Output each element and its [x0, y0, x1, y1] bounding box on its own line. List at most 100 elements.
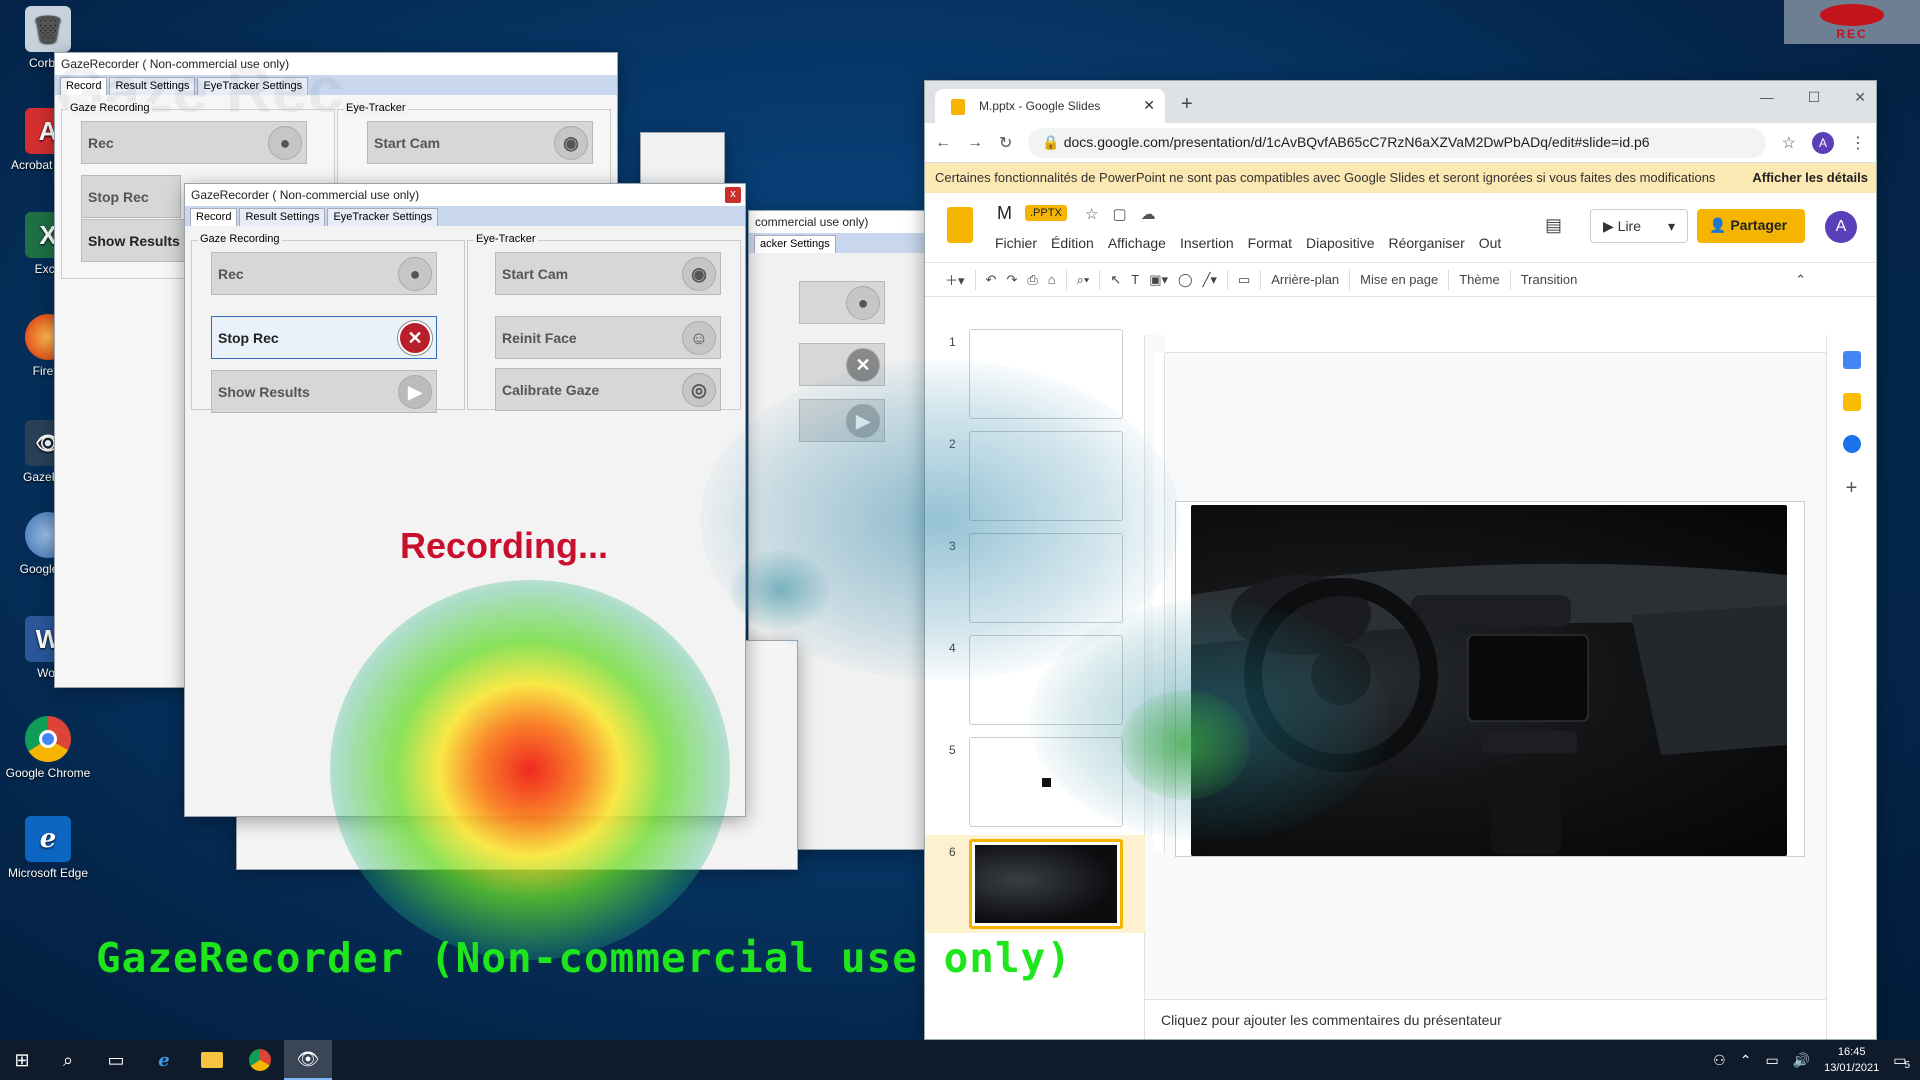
chevron-down-icon[interactable]: ▾ [1668, 218, 1675, 235]
taskbar-file-explorer[interactable] [188, 1040, 236, 1080]
show-results-button[interactable]: Show Results [81, 219, 189, 262]
car-dashboard-image[interactable] [1191, 505, 1787, 856]
taskbar-edge[interactable]: e [140, 1040, 188, 1080]
comments-icon[interactable]: ▤ [1545, 215, 1562, 236]
menu-file[interactable]: Fichier [995, 235, 1037, 251]
vertical-ruler [1153, 353, 1165, 853]
stop-rec-button[interactable]: Stop Rec ✕ [211, 316, 437, 359]
start-button[interactable]: ⊞ [0, 1040, 44, 1080]
maximize-icon[interactable]: ☐ [1808, 89, 1821, 106]
chevron-up-icon[interactable]: ⌃ [1740, 1052, 1752, 1069]
chrome-window[interactable]: M.pptx - Google Slides ✕ + — ☐ ✕ ← → ↻ 🔒… [924, 80, 1877, 1040]
slide-thumbnail[interactable] [969, 737, 1123, 827]
document-title[interactable]: M [997, 203, 1012, 224]
menu-slide[interactable]: Diapositive [1306, 235, 1374, 251]
undo-icon[interactable]: ↶ [986, 272, 997, 288]
rec-button[interactable]: Rec ● [81, 121, 307, 164]
browser-tab[interactable]: M.pptx - Google Slides ✕ [935, 89, 1165, 123]
shape-icon[interactable]: ◯ [1178, 272, 1193, 288]
close-icon[interactable]: ✕ [1854, 89, 1866, 106]
star-icon[interactable]: ☆ [1085, 205, 1098, 223]
image-icon[interactable]: ▣▾ [1149, 272, 1168, 288]
slide-thumbnail[interactable] [969, 533, 1123, 623]
webcam-icon: ◉ [682, 257, 716, 291]
speaker-notes[interactable]: Cliquez pour ajouter les commentaires du… [1145, 999, 1826, 1039]
rec-button[interactable]: Rec ● [211, 252, 437, 295]
transition-button[interactable]: Transition [1521, 272, 1578, 287]
slide-thumbnail-selected[interactable] [969, 839, 1123, 929]
slide-thumbnail[interactable] [969, 431, 1123, 521]
tab-eyetracker-settings[interactable]: acker Settings [754, 235, 836, 253]
group-label: Gaze Recording [198, 233, 282, 245]
taskbar-chrome[interactable] [236, 1040, 284, 1080]
network-icon[interactable]: ▭ [1765, 1052, 1778, 1069]
calibrate-gaze-button[interactable]: Calibrate Gaze ◎ [495, 368, 721, 411]
select-icon[interactable]: ↖ [1110, 272, 1121, 288]
start-cam-button[interactable]: Start Cam ◉ [367, 121, 593, 164]
slide-thumbnail[interactable] [969, 635, 1123, 725]
calendar-icon[interactable] [1842, 351, 1861, 369]
collapse-toolbar-icon[interactable]: ⌃ [1795, 272, 1806, 288]
show-results-button[interactable]: Show Results ▶ [211, 370, 437, 413]
user-avatar[interactable]: A [1825, 211, 1857, 243]
start-cam-button[interactable]: Start Cam ◉ [495, 252, 721, 295]
desktop-icon-google-chrome[interactable]: Google Chrome [4, 716, 92, 780]
add-addon-icon[interactable]: + [1827, 477, 1876, 500]
start-cam-button[interactable]: ● [799, 281, 885, 324]
redo-icon[interactable]: ↷ [1006, 272, 1017, 288]
slides-logo-icon[interactable] [947, 207, 973, 243]
tab-result-settings[interactable]: Result Settings [239, 208, 326, 226]
menu-tools[interactable]: Out [1479, 235, 1502, 251]
menu-format[interactable]: Format [1248, 235, 1292, 251]
background-button[interactable]: Arrière-plan [1271, 272, 1339, 287]
forward-icon[interactable]: → [967, 134, 983, 152]
show-details-link[interactable]: Afficher les détails [1752, 170, 1868, 185]
back-icon[interactable]: ← [935, 134, 951, 152]
print-icon[interactable]: ⎙ [1027, 272, 1037, 288]
bookmark-star-icon[interactable]: ☆ [1782, 133, 1796, 153]
zoom-icon[interactable]: ⌕▾ [1077, 272, 1090, 288]
close-tab-icon[interactable]: ✕ [1143, 97, 1155, 114]
slide-canvas[interactable] [1175, 501, 1805, 857]
stop-rec-button[interactable]: Stop Rec [81, 175, 181, 218]
new-tab-button[interactable]: + [1181, 93, 1193, 116]
minimize-icon[interactable]: — [1760, 89, 1774, 106]
desktop-icon-microsoft-edge[interactable]: e Microsoft Edge [4, 816, 92, 880]
line-icon[interactable]: ╱▾ [1203, 272, 1217, 288]
move-folder-icon[interactable]: ▢ [1112, 205, 1126, 223]
text-box-icon[interactable]: T [1131, 272, 1139, 287]
share-button[interactable]: 👤 Partager [1697, 209, 1805, 243]
cloud-icon[interactable]: ☁ [1141, 205, 1156, 223]
keep-icon[interactable] [1842, 393, 1861, 411]
address-bar[interactable]: 🔒 docs.google.com/presentation/d/1cAvBQv… [1028, 127, 1766, 158]
reload-icon[interactable]: ↻ [999, 133, 1012, 153]
tasks-icon[interactable] [1842, 435, 1861, 453]
clock[interactable]: 16:45 13/01/2021 [1824, 1044, 1879, 1076]
reinit-face-button[interactable]: Reinit Face ☺ [495, 316, 721, 359]
theme-button[interactable]: Thème [1459, 272, 1499, 287]
close-button[interactable]: x [725, 187, 741, 203]
tab-eyetracker-settings[interactable]: EyeTracker Settings [327, 208, 439, 226]
record-icon: ● [398, 257, 432, 291]
menu-view[interactable]: Affichage [1108, 235, 1166, 251]
search-button[interactable]: ⌕ [44, 1040, 92, 1080]
comment-icon[interactable]: ▭ [1238, 272, 1250, 288]
slide-thumbnail[interactable] [969, 329, 1123, 419]
paint-format-icon[interactable]: ⌂ [1048, 272, 1056, 287]
menu-insert[interactable]: Insertion [1180, 235, 1234, 251]
people-icon[interactable]: ⚇ [1713, 1052, 1726, 1069]
volume-icon[interactable]: 🔊 [1793, 1052, 1810, 1069]
taskbar-gazerecorder[interactable]: 👁 [284, 1040, 332, 1080]
menu-arrange[interactable]: Réorganiser [1388, 235, 1464, 251]
layout-button[interactable]: Mise en page [1360, 272, 1438, 287]
gaze-window-main[interactable]: GazeRecorder ( Non-commercial use only) … [184, 183, 746, 817]
task-view-button[interactable]: ▭ [92, 1040, 140, 1080]
menu-icon[interactable]: ⋮ [1850, 133, 1866, 153]
show-results-button[interactable]: ▶ [799, 399, 885, 442]
present-button[interactable]: ▶ Lire ▾ [1590, 209, 1688, 243]
stop-rec-button[interactable]: ✕ [799, 343, 885, 386]
menu-edit[interactable]: Édition [1051, 235, 1094, 251]
profile-avatar[interactable]: A [1812, 131, 1834, 154]
new-slide-icon[interactable]: ＋▾ [945, 270, 965, 289]
tab-record[interactable]: Record [190, 208, 238, 226]
